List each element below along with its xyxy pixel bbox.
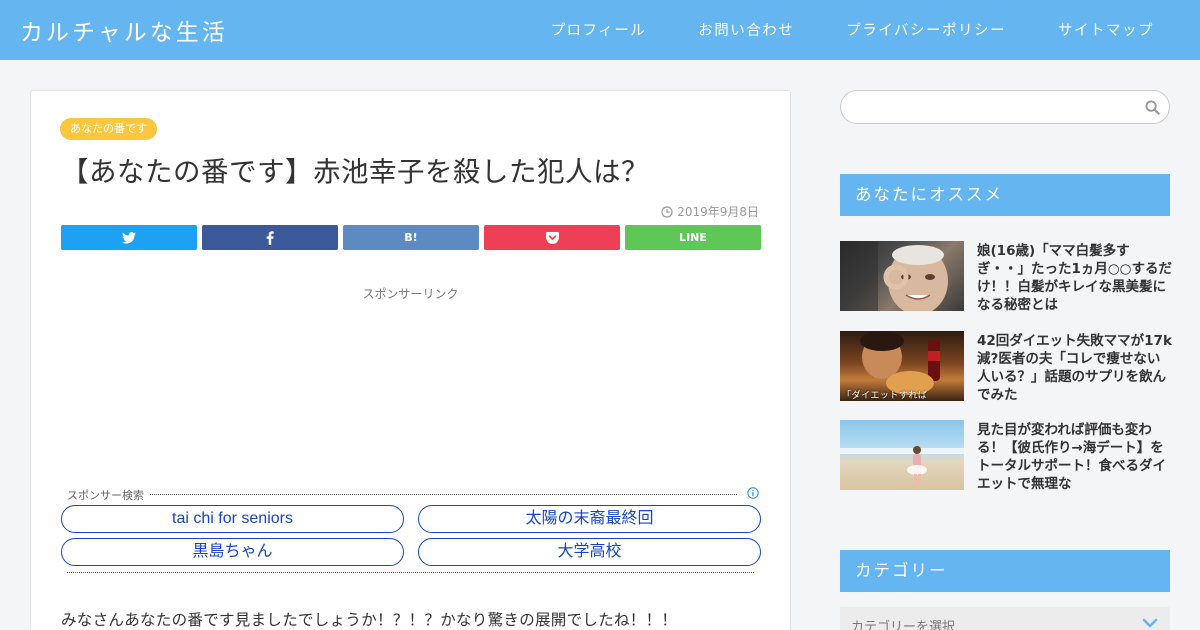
category-select-label: カテゴリーを選択 bbox=[851, 620, 956, 630]
sponsored-search-title: スポンサー検索 bbox=[67, 487, 150, 503]
search-icon[interactable] bbox=[1145, 100, 1160, 115]
sidebar-search bbox=[840, 90, 1170, 124]
search-ad-link[interactable]: tai chi for seniors bbox=[61, 505, 404, 533]
facebook-icon bbox=[266, 230, 274, 245]
recommend-thumbnail[interactable] bbox=[840, 420, 964, 490]
recommend-title[interactable]: 娘(16歳)「ママ白髪多すぎ・・」たった1ヵ月○○するだけ！！白髪がキレイな黒美… bbox=[977, 242, 1172, 314]
divider bbox=[67, 494, 737, 495]
search-ad-link[interactable]: 黒島ちゃん bbox=[61, 538, 404, 566]
site-title[interactable]: カルチャルな生活 bbox=[20, 13, 228, 47]
nav-item-profile[interactable]: プロフィール bbox=[525, 0, 673, 60]
clock-icon bbox=[661, 205, 673, 218]
twitter-icon bbox=[122, 231, 136, 244]
face-illustration bbox=[840, 241, 948, 311]
share-pocket-button[interactable] bbox=[484, 225, 620, 250]
global-nav: プロフィール お問い合わせ プライバシーポリシー サイトマップ bbox=[525, 0, 1180, 60]
recommend-item[interactable]: 見た目が変われば評価も変わる！【彼氏作り→海デート】をトータルサポート！食べるダ… bbox=[840, 420, 1170, 492]
category-select[interactable]: カテゴリーを選択 bbox=[840, 607, 1170, 630]
search-input[interactable] bbox=[855, 98, 1125, 118]
recommend-title[interactable]: 42回ダイエット失敗ママが17k減?医者の夫「コレで痩せない人いる？」話題のサプ… bbox=[977, 332, 1172, 404]
recommend-title[interactable]: 見た目が変われば評価も変わる！【彼氏作り→海デート】をトータルサポート！食べるダ… bbox=[977, 421, 1172, 493]
post-date-text: 2019年9月8日 bbox=[677, 205, 759, 219]
thumbnail-caption: 「ダイエットすれば bbox=[842, 391, 928, 401]
pocket-icon bbox=[545, 231, 559, 244]
info-icon[interactable] bbox=[747, 487, 759, 499]
recommend-item[interactable]: 「ダイエットすれば 42回ダイエット失敗ママが17k減?医者の夫「コレで痩せない… bbox=[840, 331, 1172, 404]
article-body-text: みなさんあなたの番です見ましたでしょうか！？！？かなり驚きの展開でしたね！！！ bbox=[61, 611, 678, 629]
beach-photo bbox=[840, 446, 964, 488]
recommend-item[interactable]: 娘(16歳)「ママ白髪多すぎ・・」たった1ヵ月○○するだけ！！白髪がキレイな黒美… bbox=[840, 241, 1172, 314]
line-label: LINE bbox=[679, 231, 707, 244]
search-ad-link[interactable]: 太陽の末裔最終回 bbox=[418, 505, 761, 533]
search-ad-link[interactable]: 大学高校 bbox=[418, 538, 761, 566]
share-twitter-button[interactable] bbox=[61, 225, 197, 250]
divider bbox=[67, 572, 754, 573]
share-line-button[interactable]: LINE bbox=[625, 225, 761, 250]
sponsored-search-links: tai chi for seniors 太陽の末裔最終回 黒島ちゃん 大学高校 bbox=[61, 505, 761, 571]
sponsored-search-block: スポンサー検索 tai chi for seniors 太陽の末裔最終回 黒島ち… bbox=[61, 487, 761, 573]
category-badge[interactable]: あなたの番です bbox=[60, 118, 157, 140]
site-header: カルチャルな生活 プロフィール お問い合わせ プライバシーポリシー サイトマップ bbox=[0, 0, 1200, 60]
nav-item-contact[interactable]: お問い合わせ bbox=[672, 0, 820, 60]
sponsored-search-header: スポンサー検索 bbox=[61, 487, 761, 503]
sponsor-link-label: スポンサーリンク bbox=[362, 287, 459, 301]
category-widget-heading: カテゴリー bbox=[840, 550, 1170, 592]
recommend-thumbnail[interactable] bbox=[840, 241, 964, 311]
share-facebook-button[interactable] bbox=[202, 225, 338, 250]
article-card: あなたの番です 【あなたの番です】赤池幸子を殺した犯人は？ 2019年9月8日 … bbox=[30, 90, 791, 630]
share-buttons: B! LINE bbox=[61, 225, 761, 250]
article-title: 【あなたの番です】赤池幸子を殺した犯人は？ bbox=[61, 156, 649, 188]
chevron-down-icon bbox=[1142, 618, 1158, 628]
post-date: 2019年9月8日 bbox=[661, 203, 759, 220]
share-hatena-button[interactable]: B! bbox=[343, 225, 479, 250]
recommend-thumbnail[interactable]: 「ダイエットすれば bbox=[840, 331, 964, 401]
nav-item-sitemap[interactable]: サイトマップ bbox=[1032, 0, 1180, 60]
hatena-label: B! bbox=[404, 231, 418, 244]
nav-item-privacy-policy[interactable]: プライバシーポリシー bbox=[820, 0, 1032, 60]
recommend-widget-heading: あなたにオススメ bbox=[840, 174, 1170, 216]
